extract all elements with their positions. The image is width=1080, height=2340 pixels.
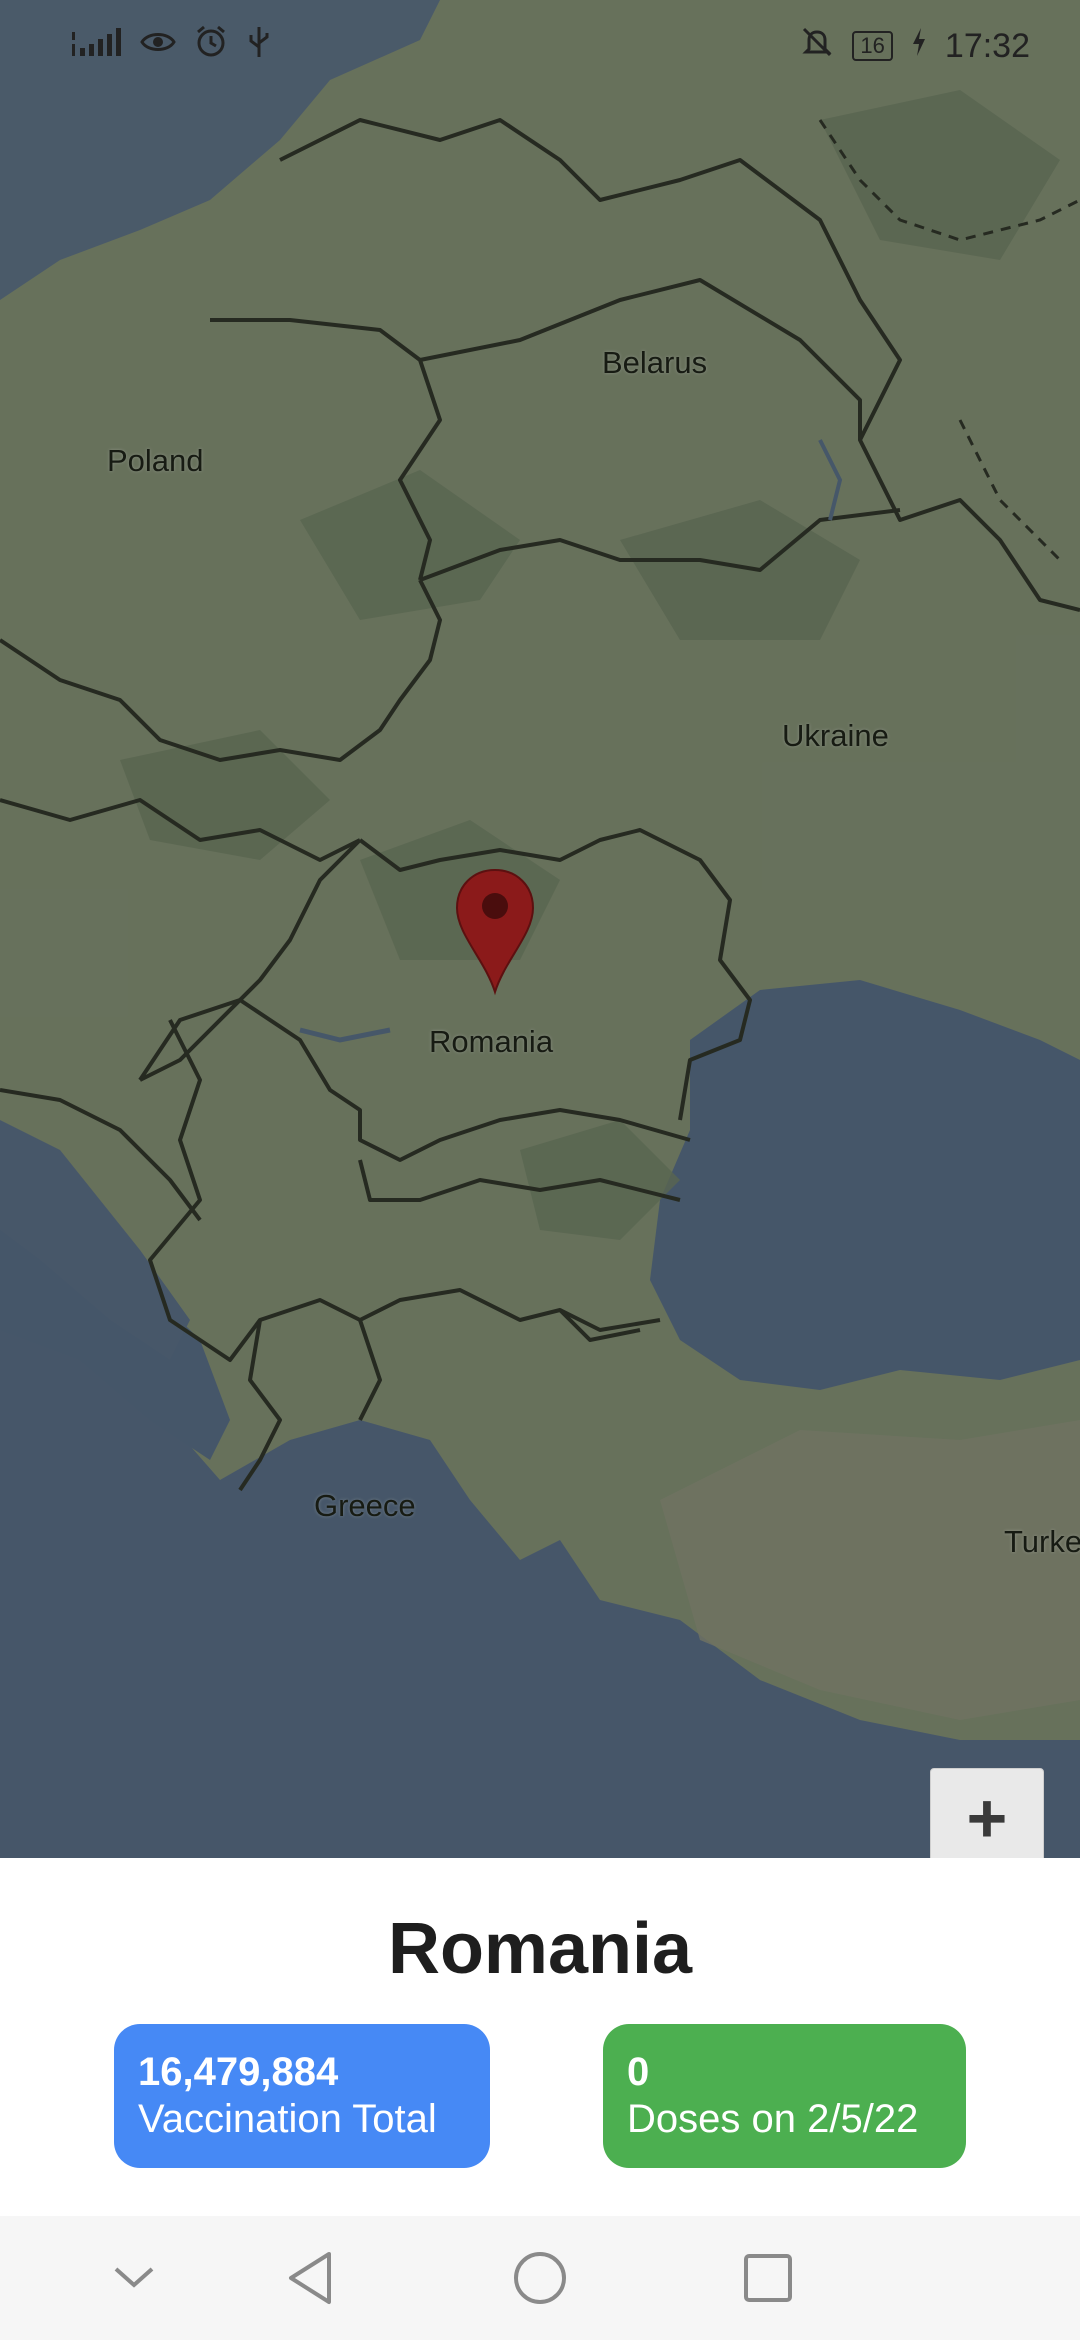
map-label-turkey: Turke	[1004, 1524, 1080, 1559]
map-label-greece: Greece	[314, 1488, 416, 1523]
map-label-romania: Romania	[429, 1024, 554, 1059]
country-info-sheet: Romania 16,479,884 Vaccination Total 0 D…	[0, 1858, 1080, 2216]
country-title: Romania	[387, 1909, 693, 1989]
daily-doses-card[interactable]: 0 Doses on 2/5/22	[603, 2024, 966, 2168]
map-label-belarus: Belarus	[602, 345, 708, 380]
usb-icon	[246, 25, 272, 67]
zoom-in-button[interactable]: +	[930, 1768, 1044, 1868]
alarm-icon	[194, 25, 228, 67]
recents-icon[interactable]	[736, 2246, 800, 2310]
back-icon[interactable]	[278, 2246, 342, 2310]
home-icon[interactable]	[508, 2246, 572, 2310]
mute-icon	[800, 25, 834, 67]
daily-doses-label: Doses on 2/5/22	[627, 2097, 919, 2141]
vaccination-total-label: Vaccination Total	[138, 2097, 437, 2141]
map-label-poland: Poland	[107, 443, 204, 478]
chevron-down-icon[interactable]	[102, 2246, 166, 2310]
status-bar: 16 17:32	[0, 0, 1080, 92]
map-label-ukraine: Ukraine	[782, 718, 889, 753]
battery-icon: 16	[852, 31, 893, 61]
map-marker-icon[interactable]	[455, 868, 535, 996]
navigation-bar	[0, 2216, 1080, 2340]
signal-icon	[70, 26, 122, 66]
map-canvas	[0, 0, 1080, 1858]
eye-icon	[140, 28, 176, 64]
status-time: 17:32	[944, 26, 1030, 65]
vaccination-total-card[interactable]: 16,479,884 Vaccination Total	[114, 2024, 490, 2168]
daily-doses-value: 0	[627, 2050, 650, 2094]
map-view[interactable]: Belarus Poland Ukraine Romania Greece Tu…	[0, 0, 1080, 1858]
charging-icon	[911, 27, 927, 65]
vaccination-total-value: 16,479,884	[138, 2050, 339, 2094]
